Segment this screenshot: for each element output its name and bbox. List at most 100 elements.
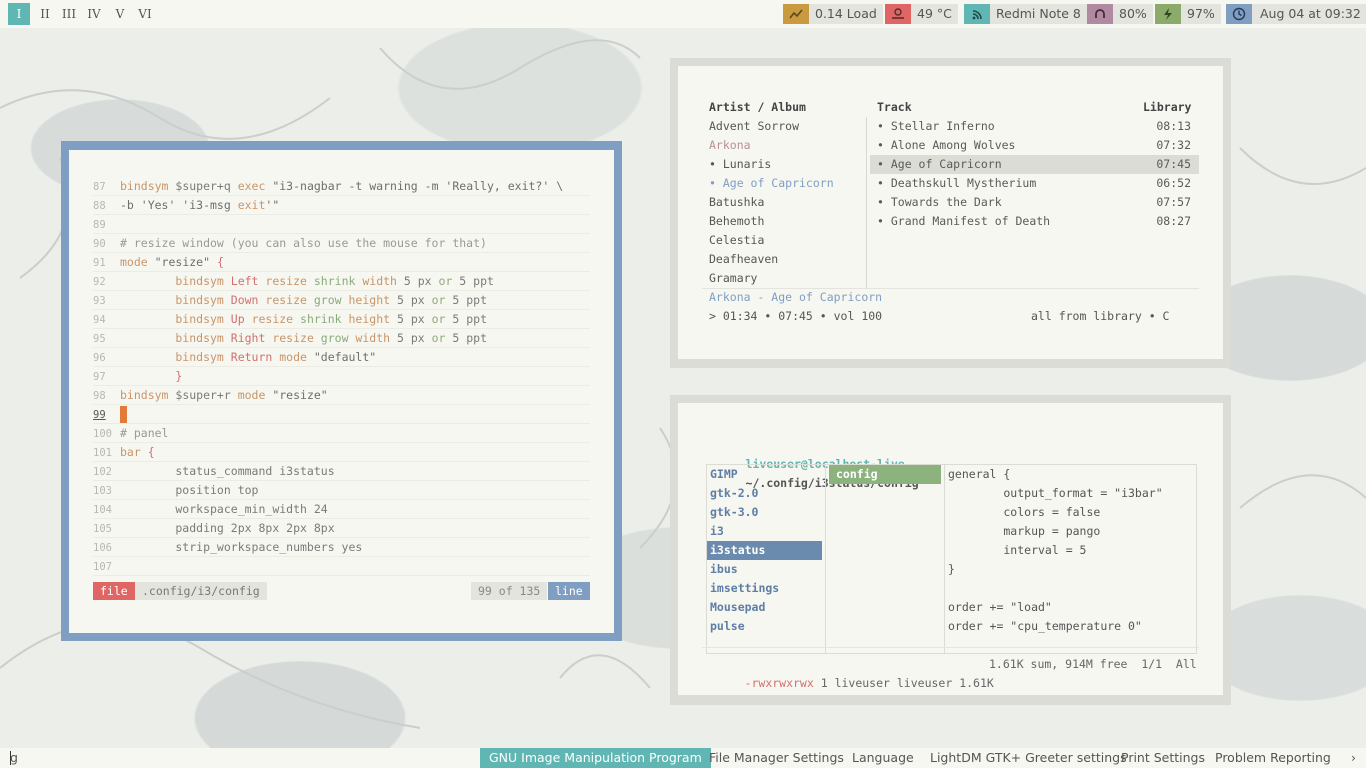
line-number: 96: [93, 352, 106, 364]
workspace-6[interactable]: VI: [134, 3, 156, 25]
track-row[interactable]: • Towards the Dark 07:57: [870, 193, 1199, 212]
workspace-1[interactable]: I: [8, 3, 30, 25]
track-time: 08:27: [1156, 214, 1191, 228]
editor-line[interactable]: 103 position top: [93, 481, 590, 500]
track-row[interactable]: • Age of Capricorn 07:45: [870, 155, 1199, 174]
line-number: 101: [93, 447, 112, 459]
artist-list-item[interactable]: Behemoth: [709, 212, 764, 231]
code-token: mode: [237, 388, 273, 402]
track-row[interactable]: • Deathskull Mystherium 06:52: [870, 174, 1199, 193]
headphones-icon: [1087, 4, 1113, 24]
editor-line[interactable]: 106 strip_workspace_numbers yes: [93, 538, 590, 557]
directory-item[interactable]: gtk-3.0: [707, 503, 822, 522]
workspace-5[interactable]: V: [109, 3, 131, 25]
editor-line[interactable]: 94 bindsym Up resize shrink height 5 px …: [93, 310, 590, 329]
track-time: 07:32: [1156, 138, 1191, 152]
launcher-item-print-settings[interactable]: Print Settings: [1112, 748, 1214, 768]
editor-line[interactable]: 102 status_command i3status: [93, 462, 590, 481]
editor-line[interactable]: 91 mode "resize" {: [93, 253, 590, 272]
artist-list-item[interactable]: Batushka: [709, 193, 764, 212]
status-file-path: .config/i3/config: [135, 582, 267, 600]
editor-line[interactable]: 95 bindsym Right resize grow width 5 px …: [93, 329, 590, 348]
code-token: or: [431, 331, 453, 345]
code-token: "resize": [272, 388, 328, 402]
artist-list-item[interactable]: Celestia: [709, 231, 764, 250]
workspace-3[interactable]: III: [58, 3, 80, 25]
load-text: 0.14 Load: [809, 4, 883, 24]
artist-list-item[interactable]: Advent Sorrow: [709, 117, 799, 136]
code-token: grow: [320, 331, 356, 345]
code-token: 5 ppt: [452, 293, 487, 307]
music-player-window[interactable]: Artist / Album Track Library Advent Sorr…: [670, 58, 1231, 368]
editor-line[interactable]: 100 # panel: [93, 424, 590, 443]
editor-line[interactable]: 93 bindsym Down resize grow height 5 px …: [93, 291, 590, 310]
preview-line: order += "load": [948, 600, 1052, 614]
clock-icon: [1226, 4, 1252, 24]
artist-list-item[interactable]: • Age of Capricorn: [709, 174, 834, 193]
artist-list-item[interactable]: Gramary: [709, 269, 757, 288]
editor-line[interactable]: 99: [93, 405, 590, 424]
editor-line[interactable]: 101 bar {: [93, 443, 590, 462]
launcher-item-gimp[interactable]: GNU Image Manipulation Program: [480, 748, 711, 768]
permissions: -rwxrwxrwx: [744, 676, 814, 690]
status-unit: line: [548, 582, 590, 600]
artist-album-header: Artist / Album: [709, 100, 806, 114]
directory-item[interactable]: pulse: [707, 617, 822, 636]
editor-line[interactable]: 98 bindsym $super+r mode "resize": [93, 386, 590, 405]
code-token: 5 px: [396, 331, 432, 345]
line-number: 93: [93, 295, 106, 307]
editor-line[interactable]: 97 }: [93, 367, 590, 386]
track-row[interactable]: • Alone Among Wolves 07:32: [870, 136, 1199, 155]
clock-text: Aug 04 at 09:32: [1252, 4, 1366, 24]
now-playing: Arkona - Age of Capricorn: [709, 290, 883, 304]
workspace-2[interactable]: II: [34, 3, 56, 25]
artist-list-item[interactable]: Arkona: [709, 136, 751, 155]
file-manager-window[interactable]: liveuser@localhost-live ~/.config/i3stat…: [670, 395, 1231, 705]
artist-list-item[interactable]: Deafheaven: [709, 250, 778, 269]
line-number: 105: [93, 523, 112, 535]
code-token: exit: [237, 198, 266, 212]
directory-item[interactable]: i3: [707, 522, 822, 541]
launcher-more-icon[interactable]: ›: [1342, 748, 1365, 768]
launcher-bar: g GNU Image Manipulation Program File Ma…: [0, 748, 1366, 768]
editor-line[interactable]: 90 # resize window (you can also use the …: [93, 234, 590, 253]
pane-divider-1: [825, 464, 826, 654]
workspace-4[interactable]: IV: [83, 3, 105, 25]
launcher-item-file-manager-settings[interactable]: File Manager Settings: [700, 748, 853, 768]
selected-file[interactable]: config: [829, 465, 941, 484]
directory-item[interactable]: GIMP: [707, 465, 822, 484]
line-number: 107: [93, 561, 112, 573]
track-row[interactable]: • Grand Manifest of Death 08:27: [870, 212, 1199, 231]
track-row[interactable]: • Stellar Inferno 08:13: [870, 117, 1199, 136]
launcher-item-language[interactable]: Language: [843, 748, 923, 768]
directory-item[interactable]: Mousepad: [707, 598, 822, 617]
editor-line[interactable]: 87 bindsym $super+q exec "i3-nagbar -t wa…: [93, 177, 590, 196]
code-token: 5 ppt: [452, 312, 487, 326]
editor-line[interactable]: 104 workspace_min_width 24: [93, 500, 590, 519]
text-editor-window[interactable]: 87 bindsym $super+q exec "i3-nagbar -t wa…: [61, 141, 622, 641]
directory-item[interactable]: ibus: [707, 560, 822, 579]
directory-item[interactable]: i3status: [707, 541, 822, 560]
music-player-content[interactable]: Artist / Album Track Library Advent Sorr…: [678, 66, 1223, 359]
track-title: • Towards the Dark: [877, 195, 1002, 209]
file-meta: 1 liveuser liveuser 1.61K: [813, 676, 994, 690]
editor-line[interactable]: 92 bindsym Left resize shrink width 5 px…: [93, 272, 590, 291]
pane-divider-2: [944, 464, 945, 654]
launcher-item-problem-reporting[interactable]: Problem Reporting: [1206, 748, 1340, 768]
file-manager-content[interactable]: liveuser@localhost-live ~/.config/i3stat…: [678, 403, 1223, 695]
preview-line: general {: [948, 467, 1011, 481]
track-title: • Alone Among Wolves: [877, 138, 1016, 152]
launcher-input[interactable]: g: [0, 748, 28, 768]
artist-list-item[interactable]: • Lunaris: [709, 155, 771, 174]
editor-content[interactable]: 87 bindsym $super+q exec "i3-nagbar -t wa…: [69, 150, 614, 633]
track-time: 08:13: [1156, 119, 1191, 133]
editor-line[interactable]: 88 -b 'Yes' 'i3-msg exit'": [93, 196, 590, 215]
directory-item[interactable]: imsettings: [707, 579, 822, 598]
editor-line[interactable]: 96 bindsym Return mode "default": [93, 348, 590, 367]
launcher-item-lightdm-settings[interactable]: LightDM GTK+ Greeter settings: [921, 748, 1136, 768]
code-token: padding 2px 8px 2px 8px: [120, 521, 335, 535]
editor-line[interactable]: 105 padding 2px 8px 2px 8px: [93, 519, 590, 538]
editor-line[interactable]: 107: [93, 557, 590, 576]
directory-item[interactable]: gtk-2.0: [707, 484, 822, 503]
editor-line[interactable]: 89: [93, 215, 590, 234]
